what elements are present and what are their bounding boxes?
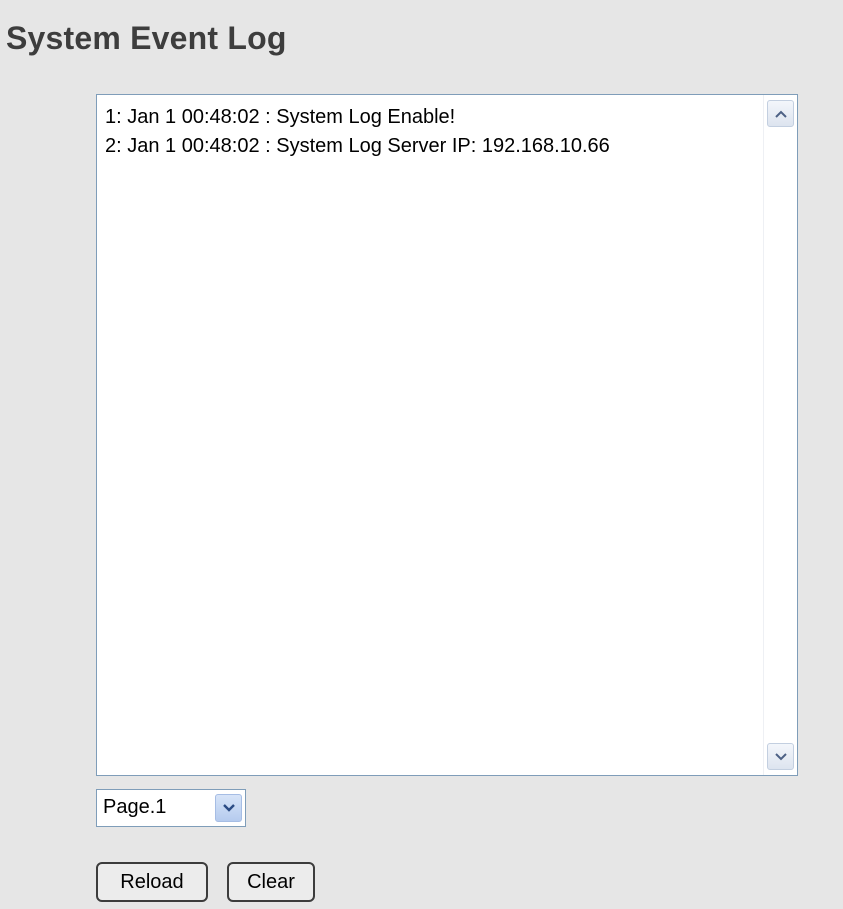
log-line: 2: Jan 1 00:48:02 : System Log Server IP… (105, 135, 610, 157)
select-dropdown-button[interactable] (215, 794, 242, 822)
log-lines: 1: Jan 1 00:48:02 : System Log Enable! 2… (105, 103, 757, 161)
clear-button[interactable]: Clear (227, 862, 315, 902)
chevron-down-icon (222, 804, 235, 812)
page-select-value: Page.1 (103, 796, 167, 818)
log-line: 1: Jan 1 00:48:02 : System Log Enable! (105, 106, 456, 128)
page-select[interactable]: Page.1 (96, 789, 246, 827)
scroll-down-button[interactable] (767, 743, 794, 770)
scroll-up-button[interactable] (767, 100, 794, 127)
vertical-scrollbar[interactable] (763, 95, 797, 775)
event-log-textarea[interactable]: 1: Jan 1 00:48:02 : System Log Enable! 2… (96, 94, 798, 776)
reload-button[interactable]: Reload (96, 862, 208, 902)
page-title: System Event Log (6, 20, 287, 56)
chevron-up-icon (774, 110, 787, 118)
chevron-down-icon (774, 752, 787, 760)
